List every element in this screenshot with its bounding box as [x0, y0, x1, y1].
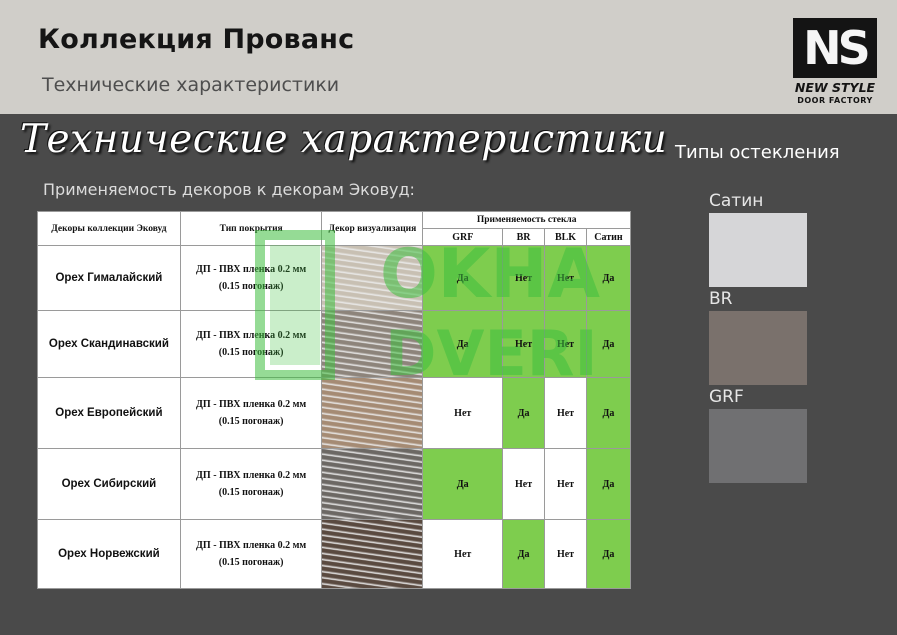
header-visual: Декор визуализация: [321, 211, 424, 246]
coating-cell: ДП - ПВХ пленка 0.2 мм (0.15 погонаж): [179, 377, 323, 449]
coating-cell: ДП - ПВХ пленка 0.2 мм (0.15 погонаж): [179, 310, 323, 378]
decor-visual-cell: [321, 519, 424, 589]
page-title: Коллекция Прованс: [38, 24, 355, 55]
glass-blk-cell: Нет: [544, 519, 587, 589]
coating-cell: ДП - ПВХ пленка 0.2 мм (0.15 погонаж): [179, 448, 323, 520]
header-glass-blk: BLK: [544, 228, 587, 246]
glass-blk-cell: Нет: [544, 310, 587, 378]
glass-br-cell: Да: [502, 519, 546, 589]
glass-grf-cell: Да: [422, 245, 504, 311]
decor-texture-image: [322, 520, 423, 588]
coating-line-2: (0.15 погонаж): [218, 487, 284, 498]
table-row: Орех Сибирский ДП - ПВХ пленка 0.2 мм (0.1…: [37, 448, 632, 520]
header-bar: Коллекция Прованс Технические характерис…: [0, 0, 897, 114]
header-glass-group: Применяемость стекла: [422, 211, 631, 229]
script-heading: Технические характеристики: [20, 117, 668, 162]
header-decor: Декоры коллекции Эковуд: [37, 211, 181, 246]
glass-br-cell: Нет: [502, 310, 546, 378]
decor-texture-image: [322, 246, 423, 310]
glass-types-title: Типы остекления: [675, 142, 840, 163]
decor-visual-cell: [321, 310, 424, 378]
glass-satin-cell: Да: [585, 310, 632, 378]
table-row: Орех Скандинавский ДП - ПВХ пленка 0.2 мм…: [37, 310, 632, 378]
glass-grf-cell: Да: [422, 310, 504, 378]
glass-blk-cell: Нет: [544, 377, 587, 449]
coating-line-1: ДП - ПВХ пленка 0.2 мм: [196, 330, 307, 341]
table-row: Орех Гималайский ДП - ПВХ пленка 0.2 мм (0…: [37, 245, 632, 311]
table-row: Орех Норвежский ДП - ПВХ пленка 0.2 мм (0.…: [37, 519, 632, 589]
decor-name-cell: Орех Скандинавский: [37, 310, 181, 378]
glass-grf-cell: Нет: [422, 519, 504, 589]
brand-logo: NS NEW STYLE DOOR FACTORY: [793, 18, 877, 106]
decor-name-cell: Орех Норвежский: [37, 519, 181, 589]
decor-texture-image: [322, 449, 423, 519]
glass-grf-cell: Нет: [422, 377, 504, 449]
coating-line-1: ДП - ПВХ пленка 0.2 мм: [196, 399, 307, 410]
header-glass-satin: Сатин: [585, 228, 632, 246]
decor-name-cell: Орех Сибирский: [37, 448, 181, 520]
decor-name-cell: Орех Европейский: [37, 377, 181, 449]
header-coating: Тип покрытия: [179, 211, 323, 246]
page-subtitle: Технические характеристики: [42, 74, 340, 96]
glass-label-br: BR: [709, 289, 733, 309]
decor-visual-cell: [321, 245, 424, 311]
glass-satin-cell: Да: [585, 245, 632, 311]
glass-satin-cell: Да: [585, 519, 632, 589]
coating-cell: ДП - ПВХ пленка 0.2 мм (0.15 погонаж): [179, 519, 323, 589]
glass-swatch-satin: [709, 213, 807, 287]
coating-line-2: (0.15 погонаж): [218, 416, 284, 427]
coating-cell: ДП - ПВХ пленка 0.2 мм (0.15 погонаж): [179, 245, 323, 311]
glass-swatch-br: [709, 311, 807, 385]
glass-br-cell: Нет: [502, 245, 546, 311]
logo-mark: NS: [793, 18, 877, 78]
table-row: Орех Европейский ДП - ПВХ пленка 0.2 мм (0…: [37, 377, 632, 449]
glass-swatch-grf: [709, 409, 807, 483]
glass-label-satin: Сатин: [709, 191, 764, 211]
decor-texture-image: [322, 378, 423, 448]
decor-visual-cell: [321, 448, 424, 520]
logo-subtitle: DOOR FACTORY: [797, 96, 873, 105]
glass-satin-cell: Да: [585, 377, 632, 449]
glass-blk-cell: Нет: [544, 245, 587, 311]
intro-text: Применяемость декоров к декорам Эковуд:: [43, 180, 415, 199]
glass-label-grf: GRF: [709, 387, 744, 407]
coating-line-1: ДП - ПВХ пленка 0.2 мм: [196, 540, 307, 551]
glass-br-cell: Нет: [502, 448, 546, 520]
coating-line-1: ДП - ПВХ пленка 0.2 мм: [196, 470, 307, 481]
decor-compatibility-table: Декоры коллекции Эковуд Тип покрытия Дек…: [37, 211, 632, 589]
decor-texture-image: [322, 311, 423, 377]
header-glass-grf: GRF: [422, 228, 504, 246]
coating-line-2: (0.15 погонаж): [218, 281, 284, 292]
glass-satin-cell: Да: [585, 448, 632, 520]
glass-br-cell: Да: [502, 377, 546, 449]
coating-line-1: ДП - ПВХ пленка 0.2 мм: [196, 264, 307, 275]
decor-name-cell: Орех Гималайский: [37, 245, 181, 311]
logo-name: NEW STYLE: [794, 80, 876, 95]
coating-line-2: (0.15 погонаж): [218, 557, 284, 568]
decor-visual-cell: [321, 377, 424, 449]
glass-grf-cell: Да: [422, 448, 504, 520]
glass-blk-cell: Нет: [544, 448, 587, 520]
coating-line-2: (0.15 погонаж): [218, 347, 284, 358]
header-glass-br: BR: [502, 228, 546, 246]
